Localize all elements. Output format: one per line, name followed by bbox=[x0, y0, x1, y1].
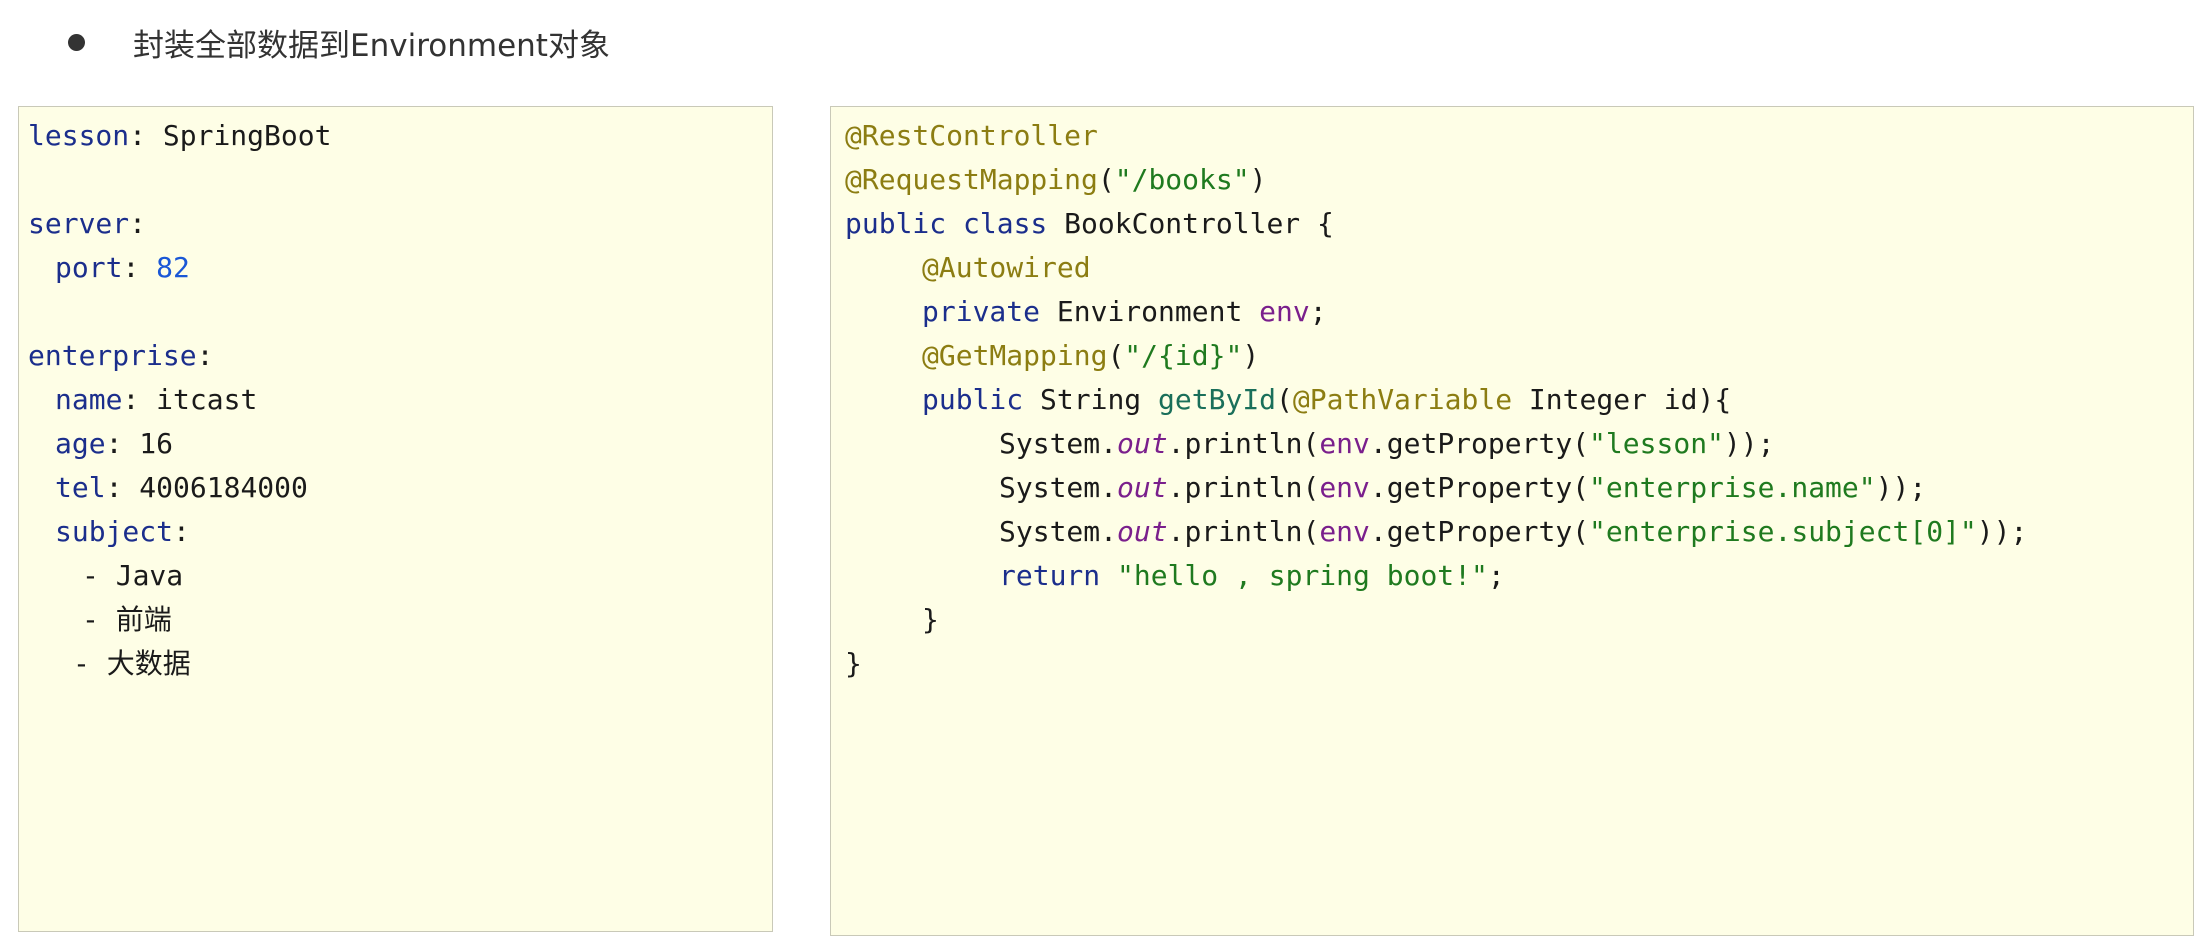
code-line-autowired: @Autowired bbox=[922, 251, 1091, 284]
code-line-close-class: } bbox=[845, 647, 862, 680]
bullet-dot-icon bbox=[68, 33, 85, 51]
code-line-print-lesson: System.out.println(env.getProperty("less… bbox=[999, 427, 1775, 460]
yaml-list-item: - 前端 bbox=[82, 603, 172, 636]
code-line-get-mapping: @GetMapping("/{id}") bbox=[922, 339, 1260, 372]
code-line-request-mapping: @RequestMapping("/books") bbox=[845, 163, 1267, 196]
yaml-list-item: - Java bbox=[82, 559, 184, 592]
yaml-line-lesson: lesson: SpringBoot bbox=[28, 119, 332, 152]
yaml-line-tel: tel: 4006184000 bbox=[55, 471, 308, 504]
yaml-list-item: - 大数据 bbox=[73, 647, 191, 680]
yaml-line-subject: subject: bbox=[55, 515, 190, 548]
yaml-line-age: age: 16 bbox=[55, 427, 174, 460]
code-line-env-field: private Environment env; bbox=[922, 295, 1327, 328]
yaml-config-panel: lesson: SpringBoot server: port: 82 ente… bbox=[18, 106, 773, 932]
yaml-line-enterprise: enterprise: bbox=[28, 339, 214, 372]
code-line-print-subject: System.out.println(env.getProperty("ente… bbox=[999, 515, 2028, 548]
code-line-return: return "hello , spring boot!"; bbox=[999, 559, 1505, 592]
java-code-panel: @RestController @RequestMapping("/books"… bbox=[830, 106, 2194, 936]
heading-text: 封装全部数据到Environment对象 bbox=[133, 27, 610, 64]
code-line-rest-controller: @RestController bbox=[845, 119, 1098, 152]
code-line-close-method: } bbox=[922, 603, 939, 636]
yaml-line-port: port: 82 bbox=[55, 251, 190, 284]
yaml-line-name: name: itcast bbox=[55, 383, 258, 416]
code-line-method-decl: public String getById(@PathVariable Inte… bbox=[922, 383, 1732, 416]
yaml-line-server: server: bbox=[28, 207, 147, 240]
code-line-print-name: System.out.println(env.getProperty("ente… bbox=[999, 471, 1927, 504]
code-line-class-decl: public class BookController { bbox=[845, 207, 1334, 240]
bullet-heading: 封装全部数据到Environment对象 bbox=[68, 14, 610, 70]
